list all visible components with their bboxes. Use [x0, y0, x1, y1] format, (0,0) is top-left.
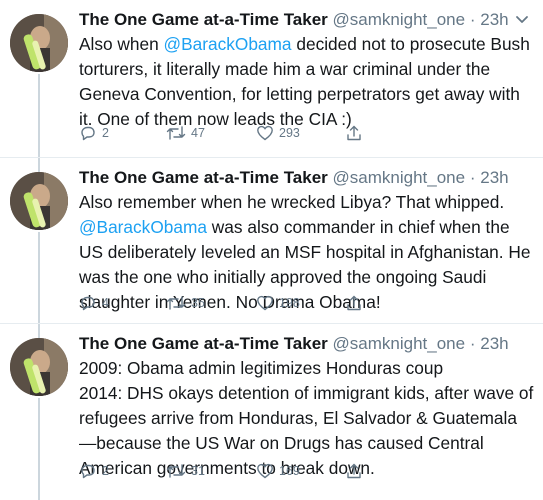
reply-icon: [81, 126, 95, 141]
tweet-actions: 4 35 198: [79, 292, 379, 314]
retweet-button[interactable]: 31: [166, 460, 205, 482]
mention-link[interactable]: @BarackObama: [79, 217, 207, 237]
mention-link[interactable]: @BarackObama: [164, 34, 292, 54]
tweet-header: The One Game at-a-Time Taker @samknight_…: [79, 8, 509, 32]
tweet-text: Also when @BarackObama decided not to pr…: [79, 32, 534, 132]
avatar[interactable]: [10, 14, 68, 72]
timestamp[interactable]: 23h: [480, 168, 508, 187]
share-icon: [347, 463, 361, 479]
retweet-count: 35: [191, 296, 205, 310]
retweet-icon: [166, 464, 186, 478]
share-icon: [347, 125, 361, 141]
heart-icon: [257, 125, 273, 141]
reply-button[interactable]: 2: [79, 460, 109, 482]
heart-icon: [257, 295, 273, 311]
text: Also remember when he wrecked Libya? Tha…: [79, 192, 505, 212]
like-button[interactable]: 198: [256, 292, 300, 314]
reply-icon: [81, 464, 95, 479]
reply-button[interactable]: 2: [79, 122, 109, 144]
timestamp[interactable]: 23h: [480, 334, 508, 353]
retweet-button[interactable]: 35: [166, 292, 205, 314]
reply-count: 4: [102, 296, 109, 310]
tweet-actions: 2 47 293: [79, 122, 379, 144]
avatar[interactable]: [10, 172, 68, 230]
author-name[interactable]: The One Game at-a-Time Taker: [79, 334, 328, 353]
chevron-down-icon[interactable]: [511, 8, 533, 30]
tweet[interactable]: The One Game at-a-Time Taker @samknight_…: [0, 158, 543, 324]
like-button[interactable]: 293: [256, 122, 300, 144]
reply-icon: [81, 296, 95, 311]
timestamp[interactable]: 23h: [480, 10, 508, 29]
like-count: 293: [279, 126, 300, 140]
tweet-header: The One Game at-a-Time Taker @samknight_…: [79, 166, 509, 190]
author-name[interactable]: The One Game at-a-Time Taker: [79, 168, 328, 187]
author-handle[interactable]: @samknight_one: [333, 334, 466, 353]
separator-dot: ·: [469, 168, 476, 187]
retweet-button[interactable]: 47: [166, 122, 205, 144]
reply-count: 2: [102, 126, 109, 140]
like-count: 198: [279, 296, 300, 310]
retweet-count: 31: [191, 464, 205, 478]
tweet-actions: 2 31 169: [79, 460, 379, 482]
tweet[interactable]: The One Game at-a-Time Taker @samknight_…: [0, 324, 543, 500]
text: Also when: [79, 34, 164, 54]
author-name[interactable]: The One Game at-a-Time Taker: [79, 10, 328, 29]
separator-dot: ·: [469, 10, 476, 29]
author-handle[interactable]: @samknight_one: [333, 168, 466, 187]
tweet[interactable]: The One Game at-a-Time Taker @samknight_…: [0, 0, 543, 158]
share-button[interactable]: [345, 460, 368, 482]
share-button[interactable]: [345, 292, 368, 314]
like-button[interactable]: 169: [256, 460, 300, 482]
retweet-icon: [166, 126, 186, 140]
reply-count: 2: [102, 464, 109, 478]
author-handle[interactable]: @samknight_one: [333, 10, 466, 29]
separator-dot: ·: [469, 334, 476, 353]
retweet-count: 47: [191, 126, 205, 140]
tweet-header: The One Game at-a-Time Taker @samknight_…: [79, 332, 509, 356]
reply-button[interactable]: 4: [79, 292, 109, 314]
heart-icon: [257, 463, 273, 479]
share-button[interactable]: [345, 122, 368, 144]
share-icon: [347, 295, 361, 311]
retweet-icon: [166, 296, 186, 310]
like-count: 169: [279, 464, 300, 478]
avatar[interactable]: [10, 338, 68, 396]
